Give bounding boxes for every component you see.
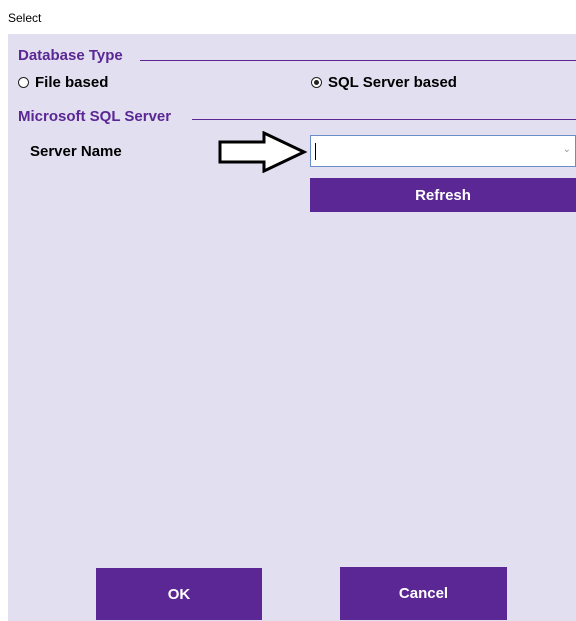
refresh-button[interactable]: Refresh: [310, 178, 576, 212]
server-name-combobox[interactable]: ⌄: [310, 135, 576, 167]
window-title: Select: [8, 11, 42, 25]
server-name-label: Server Name: [30, 143, 122, 160]
radio-circle-icon: [18, 77, 29, 88]
sql-server-divider: [192, 119, 576, 120]
text-cursor: [315, 143, 316, 160]
right-arrow-icon: [218, 131, 308, 173]
radio-sql-server-based-label: SQL Server based: [328, 74, 457, 91]
database-type-divider: [140, 60, 576, 61]
chevron-down-icon[interactable]: ⌄: [563, 144, 571, 155]
radio-checked-icon: [311, 77, 322, 88]
cancel-button[interactable]: Cancel: [340, 567, 507, 620]
radio-file-based-label: File based: [35, 74, 109, 91]
radio-file-based[interactable]: File based: [18, 74, 108, 91]
ok-button[interactable]: OK: [96, 568, 262, 620]
radio-sql-server-based[interactable]: SQL Server based: [311, 74, 457, 91]
sql-server-header: Microsoft SQL Server: [18, 108, 172, 125]
database-type-header: Database Type: [18, 47, 123, 64]
